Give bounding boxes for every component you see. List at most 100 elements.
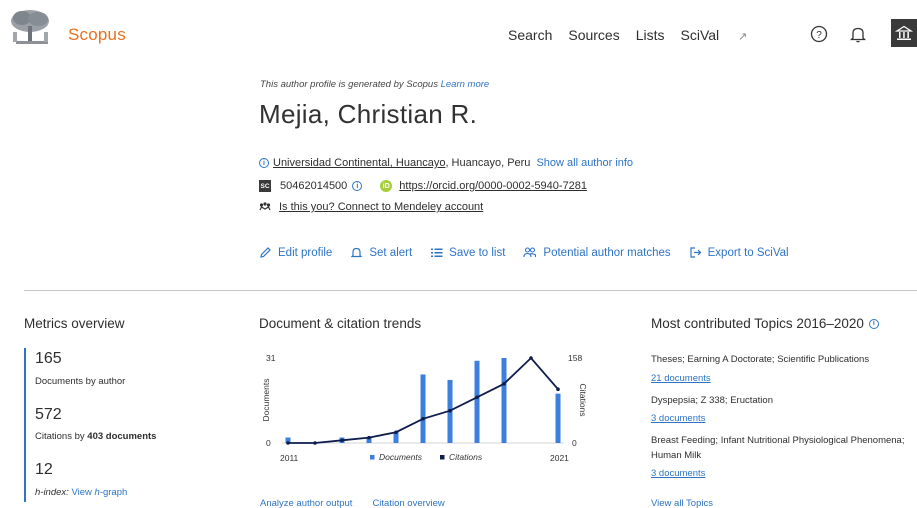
citations-label-documents: 403 documents: [87, 431, 157, 442]
affiliation-row: i Universidad Continental, Huancayo , Hu…: [259, 157, 633, 169]
documents-bar: [501, 358, 507, 443]
nav-scival[interactable]: SciVal ↗: [681, 27, 764, 43]
metrics-accent-bar: [24, 348, 26, 502]
potential-author-matches-button[interactable]: Potential author matches: [523, 246, 671, 259]
citations-count[interactable]: 572: [35, 406, 62, 424]
legend-documents-label: Documents: [379, 452, 423, 462]
topics-title: Most contributed Topics 2016–2020: [651, 316, 864, 331]
mendeley-connect-link[interactable]: Is this you? Connect to Mendeley account: [279, 201, 483, 213]
section-divider: [24, 290, 917, 291]
mendeley-icon: [259, 201, 271, 213]
identifiers-row: SC 50462014500 i iD https://orcid.org/00…: [259, 180, 587, 192]
save-to-list-button[interactable]: Save to list: [430, 246, 505, 259]
profile-generated-note: This author profile is generated by Scop…: [260, 79, 489, 90]
citations-point: [421, 416, 425, 421]
nav-sources[interactable]: Sources: [568, 27, 619, 43]
hindex-value: 12: [35, 461, 53, 478]
chart-links: Analyze author output Citation overview: [260, 498, 445, 508]
edit-profile-button[interactable]: Edit profile: [259, 246, 332, 259]
elsevier-logo[interactable]: [8, 8, 56, 48]
legend-documents-swatch: [370, 455, 375, 460]
legend-citations-label: Citations: [449, 452, 483, 462]
documents-bar: [474, 360, 480, 443]
learn-more-link[interactable]: Learn more: [441, 79, 490, 90]
citations-point: [556, 387, 560, 392]
topics-title-row: Most contributed Topics 2016–2020 i: [651, 316, 883, 331]
topic-title: Dyspepsia; Z 338; Eructation: [651, 395, 773, 406]
citations-point: [367, 435, 371, 440]
nav-lists[interactable]: Lists: [636, 27, 665, 43]
topic-documents-link[interactable]: 3 documents: [651, 413, 705, 424]
scopus-author-id: 50462014500: [280, 180, 348, 192]
author-name: Mejia, Christian R.: [259, 99, 478, 129]
citations-point: [340, 438, 344, 443]
people-icon: [523, 247, 537, 258]
citation-overview-link[interactable]: Citation overview: [372, 498, 444, 508]
citations-point: [529, 356, 533, 360]
x-tick-label: 2011: [280, 453, 299, 463]
y2-tick-label: 0: [572, 438, 577, 448]
affiliation-link[interactable]: Universidad Continental, Huancayo: [273, 157, 445, 169]
scopus-brand[interactable]: Scopus: [68, 25, 126, 45]
view-all-topics-link[interactable]: View all Topics: [651, 498, 713, 508]
citations-point: [394, 430, 398, 435]
main-nav: Search Sources Lists SciVal ↗: [508, 27, 779, 43]
set-alert-button[interactable]: Set alert: [350, 246, 412, 259]
scopus-id-icon: SC: [259, 180, 271, 192]
institution-icon[interactable]: [891, 19, 917, 47]
documents-label: Documents by author: [35, 376, 126, 387]
y-tick-label: 31: [266, 353, 276, 363]
metrics-overview-title: Metrics overview: [24, 316, 125, 331]
h-graph-suffix: -graph: [99, 487, 128, 498]
documents-bar: [420, 374, 426, 443]
topic-title: Breast Feeding; Infant Nutritional Physi…: [651, 435, 905, 461]
set-alert-label: Set alert: [369, 246, 413, 259]
citations-point: [475, 395, 479, 400]
info-icon[interactable]: i: [868, 318, 879, 329]
save-to-list-label: Save to list: [449, 246, 506, 259]
show-all-author-info-link[interactable]: Show all author info: [536, 157, 633, 169]
y-tick-label: 0: [266, 438, 271, 448]
export-icon: [690, 247, 701, 258]
bell-icon[interactable]: [848, 24, 868, 44]
profile-actions: Edit profile Set alert Save to list Pote…: [259, 246, 807, 259]
orcid-link[interactable]: https://orcid.org/0000-0002-5940-7281: [399, 180, 587, 192]
info-icon[interactable]: i: [352, 181, 363, 191]
hindex-label: h-index:: [35, 487, 69, 498]
hindex-row: h-index: View h-graph: [35, 487, 127, 498]
affiliation-location: , Huancayo, Peru: [445, 157, 531, 169]
external-link-icon: ↗: [738, 31, 748, 43]
y2-tick-label: 158: [568, 353, 582, 363]
svg-text:?: ?: [816, 30, 822, 41]
info-icon[interactable]: i: [259, 158, 269, 168]
export-to-scival-button[interactable]: Export to SciVal: [689, 246, 789, 259]
generated-note-text: This author profile is generated by Scop…: [260, 79, 438, 90]
topic-documents-link[interactable]: 21 documents: [651, 373, 711, 384]
topic-documents-link[interactable]: 3 documents: [651, 468, 705, 479]
help-icon[interactable]: ?: [809, 24, 829, 44]
x-tick-label: 2021: [550, 453, 569, 463]
potential-author-matches-label: Potential author matches: [543, 246, 671, 259]
citations-label: Citations by 403 documents: [35, 431, 156, 442]
export-to-scival-label: Export to SciVal: [707, 246, 789, 259]
nav-scival-label: SciVal: [680, 27, 720, 43]
h-graph-prefix: View: [71, 487, 95, 498]
nav-search[interactable]: Search: [508, 27, 552, 43]
analyze-author-output-link[interactable]: Analyze author output: [260, 498, 352, 508]
view-h-graph-link[interactable]: View h-graph: [71, 487, 127, 498]
trends-title: Document & citation trends: [259, 316, 422, 331]
y2-axis-label: Citations: [578, 383, 588, 416]
citations-point: [313, 441, 317, 445]
pencil-icon: [260, 247, 271, 258]
top-header: Scopus Search Sources Lists SciVal ↗ ?: [0, 0, 917, 66]
citations-point: [502, 382, 506, 386]
y-axis-label: Documents: [261, 379, 271, 422]
mendeley-row: Is this you? Connect to Mendeley account: [259, 201, 483, 213]
document-citation-chart[interactable]: 31 0 158 0 Documents Citations 2011 2021 Documen…: [258, 348, 598, 470]
citations-label-prefix: Citations by: [35, 431, 88, 442]
edit-profile-label: Edit profile: [278, 246, 333, 259]
bell-icon: [350, 247, 363, 258]
documents-count[interactable]: 165: [35, 350, 62, 368]
topic-title: Theses; Earning A Doctorate; Scientific …: [651, 354, 870, 365]
documents-bar: [555, 393, 561, 443]
